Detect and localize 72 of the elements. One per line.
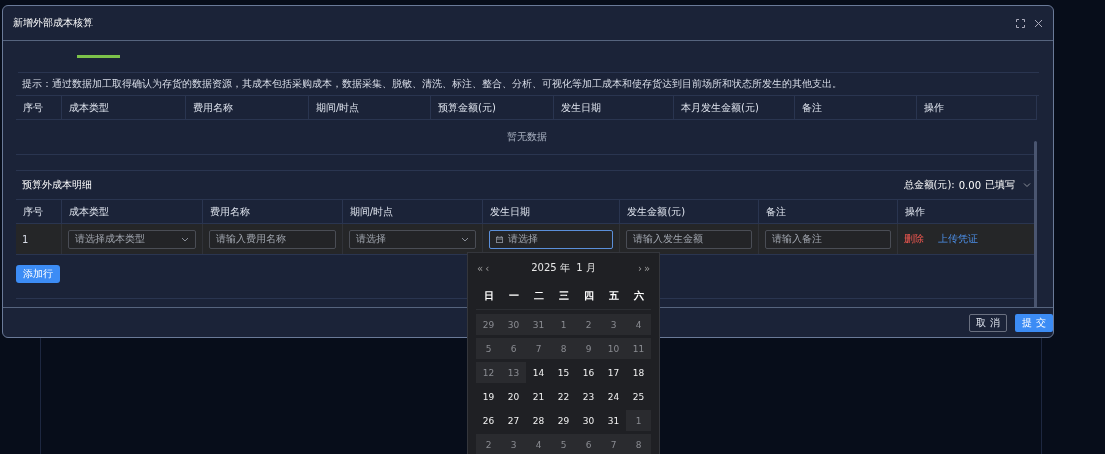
previous-month-button[interactable]: ‹ [484,262,491,274]
total-value: 0.00 [958,179,981,191]
weekday-label: 二 [532,289,545,303]
previous-year-button[interactable]: « [476,262,485,274]
weekday-label: 五 [607,289,620,303]
weekday-label: 一 [507,289,520,303]
calendar-day[interactable]: 19 [476,386,501,407]
chevron-down-icon [460,236,469,242]
calendar-day[interactable]: 30 [576,410,601,431]
column-header: 发生日期 [482,200,621,223]
fullscreen-icon[interactable] [1016,18,1025,28]
empty-text: 暂无数据 [16,120,1037,155]
calendar-day[interactable]: 22 [551,386,576,407]
calendar-day[interactable]: 23 [576,386,601,407]
column-header: 序号 [16,200,63,223]
weekday-label: 三 [557,289,570,303]
input-field[interactable]: 请输入发生金额 [626,229,753,249]
calendar-day[interactable]: 25 [626,386,651,407]
calendar-day[interactable]: 17 [601,362,626,383]
add-row-button[interactable]: 添加行 [16,265,60,283]
calendar-day[interactable]: 21 [526,386,551,407]
column-header: 发生日期 [554,96,674,119]
column-header: 费用名称 [203,200,343,223]
column-header: 成本类型 [62,96,186,119]
calendar-day[interactable]: 28 [526,410,551,431]
close-icon[interactable] [1034,18,1043,28]
column-header: 预算金额(元) [431,96,554,119]
calendar-day[interactable]: 18 [626,362,651,383]
scrollbar[interactable] [1034,141,1037,307]
input-field[interactable]: 请输入费用名称 [208,229,336,249]
dialog-title: 新增外部成本核算 [13,16,94,30]
calendar-day[interactable]: 15 [551,362,576,383]
next-year-button[interactable]: » [642,262,651,274]
column-header: 序号 [16,96,62,119]
column-header: 成本类型 [62,200,203,223]
submit-button[interactable]: 提 交 [1015,313,1053,332]
date-field[interactable]: 请选择 [488,229,614,249]
calendar-day[interactable]: 24 [601,386,626,407]
column-header: 发生金额(元) [620,200,760,223]
column-header: 期间/时点 [309,96,431,119]
calendar-day[interactable]: 31 [601,410,626,431]
column-header: 备注 [795,96,917,119]
select-field[interactable]: 请选择成本类型 [68,229,196,249]
chevron-down-icon [180,236,189,242]
calendar-day[interactable]: 20 [501,386,526,407]
next-month-button[interactable]: › [636,262,643,274]
delete-link[interactable]: 删除 [904,232,925,246]
section-title: 预算外成本明细 [22,178,93,192]
active-tab-indicator [77,55,120,58]
select-field[interactable]: 请选择 [348,229,476,249]
cancel-button[interactable]: 取 消 [969,313,1007,332]
calendar-day[interactable]: 26 [476,410,501,431]
status-text: 已填写 [985,178,1015,192]
input-field[interactable]: 请输入备注 [765,229,892,249]
weekday-label: 四 [582,289,595,303]
weekday-label: 日 [482,289,495,303]
upload-link[interactable]: 上传凭证 [938,232,979,246]
column-header: 本月发生金额(元) [674,96,795,119]
column-header: 期间/时点 [342,200,483,223]
calendar-day[interactable]: 29 [551,410,576,431]
calendar-day[interactable]: 27 [501,410,526,431]
column-header: 费用名称 [186,96,309,119]
weekday-label: 六 [632,289,645,303]
calendar-title: 2025 年 1 月 [530,261,597,275]
calendar-day[interactable]: 14 [526,362,551,383]
calendar-icon [495,235,503,243]
column-header: 操作 [917,96,1037,119]
calendar-day[interactable]: 16 [576,362,601,383]
row-number: 1 [22,233,29,245]
tip-text: 提示：通过数据加工取得确认为存货的数据资源，其成本包括采购成本，数据采集、脱敏、清洗、标注、整合、分析、可视化等加工成本和使存货达到目前场所和状态所发生的其他支出。 [16,73,1039,96]
total-label: 总金额(元): [903,178,955,192]
column-header: 备注 [759,200,899,223]
